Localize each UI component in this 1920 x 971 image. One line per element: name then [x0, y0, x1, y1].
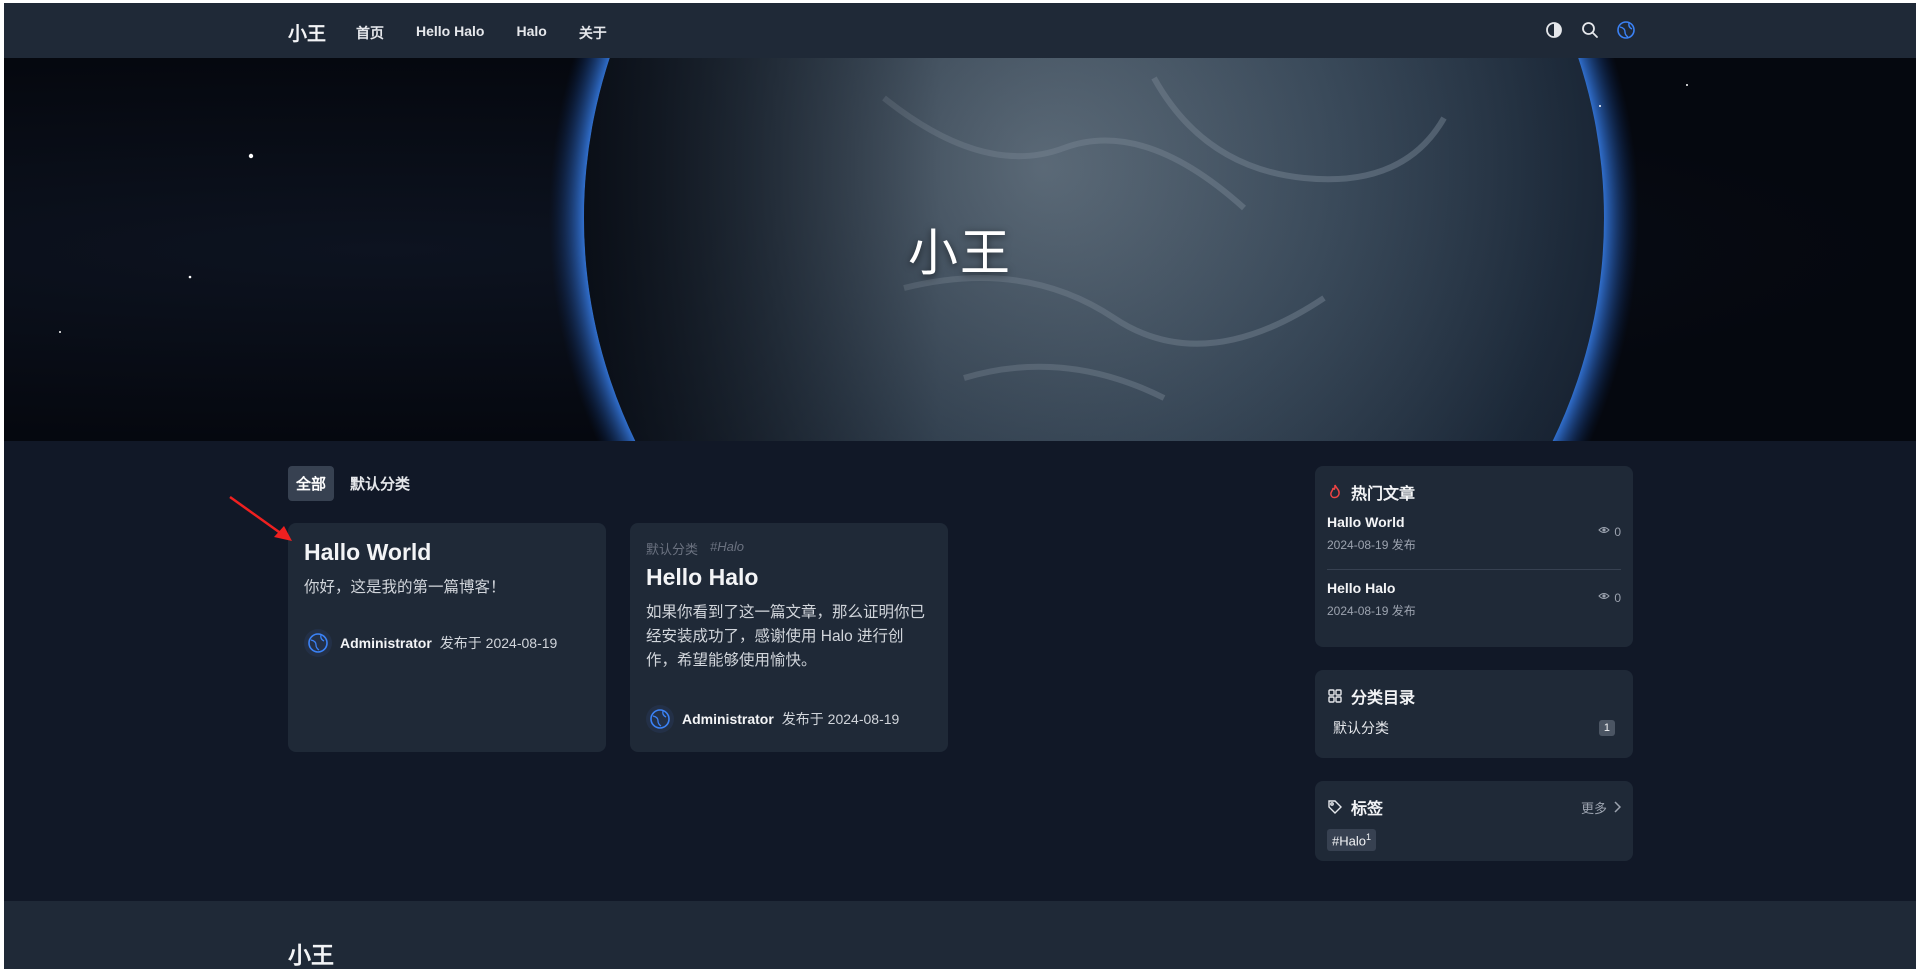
- post-excerpt: 如果你看到了这一篇文章，那么证明你已经安装成功了，感谢使用 Halo 进行创作，…: [646, 604, 926, 669]
- annotation-arrow-icon: [229, 495, 292, 541]
- post-excerpt: 你好，这是我的第一篇博客！: [304, 579, 506, 596]
- view-count: 0: [1598, 590, 1621, 605]
- hot-post-date: 2024-08-19 发布: [1327, 604, 1416, 618]
- post-card[interactable]: 默认分类 #Halo Hello Halo 如果你看到了这一篇文章，那么证明你已…: [630, 523, 948, 752]
- tag-icon: [1327, 799, 1343, 815]
- tag-name[interactable]: #Halo: [1332, 833, 1366, 848]
- hot-post-item[interactable]: Hallo World 2024-08-19 发布 0: [1327, 504, 1621, 569]
- post-author: Administrator 发布于 2024-08-19: [304, 629, 557, 657]
- tab-default-category[interactable]: 默认分类: [342, 466, 418, 501]
- view-count: 0: [1598, 524, 1621, 539]
- top-navbar: 小王 首页 Hello Halo Halo 关于: [4, 3, 1916, 58]
- fire-icon: [1327, 484, 1343, 500]
- more-tags-link[interactable]: 更多: [1581, 798, 1621, 817]
- tags-title: 标签: [1351, 801, 1384, 818]
- search-icon[interactable]: [1580, 20, 1600, 40]
- post-tag[interactable]: #Halo: [710, 539, 744, 558]
- category-tabs: 全部 默认分类: [288, 466, 418, 501]
- hot-post-title[interactable]: Hallo World: [1327, 514, 1621, 530]
- tags-widget: 标签 更多 #Halo1: [1315, 781, 1633, 861]
- category-count: 1: [1598, 720, 1615, 736]
- post-category[interactable]: 默认分类: [646, 539, 698, 558]
- categories-widget: 分类目录 默认分类 1: [1315, 670, 1633, 758]
- halo-logo-icon[interactable]: [1616, 20, 1636, 40]
- post-title[interactable]: Hallo World: [304, 539, 590, 566]
- tags-header: 标签 更多: [1327, 795, 1621, 819]
- header-tools: [1544, 20, 1636, 40]
- eye-icon: [1598, 524, 1611, 539]
- author-avatar: [646, 705, 674, 733]
- post-meta: 默认分类 #Halo: [646, 539, 932, 558]
- main-nav: 首页 Hello Halo Halo 关于: [356, 23, 607, 43]
- more-tags-label[interactable]: 更多: [1581, 798, 1607, 817]
- category-name[interactable]: 默认分类: [1333, 718, 1389, 738]
- page: 小王 首页 Hello Halo Halo 关于 小王 全部 默认分类 Hall…: [4, 3, 1916, 969]
- hot-posts-widget: 热门文章 Hallo World 2024-08-19 发布 0 Hello H…: [1315, 466, 1633, 647]
- hero-banner: 小王: [4, 58, 1916, 441]
- site-footer: 小王: [4, 901, 1916, 969]
- hot-post-date: 2024-08-19 发布: [1327, 538, 1416, 552]
- grid-icon: [1327, 688, 1343, 704]
- nav-home[interactable]: 首页: [356, 23, 384, 43]
- post-card[interactable]: Hallo World 你好，这是我的第一篇博客！ Administrator …: [288, 523, 606, 752]
- categories-header: 分类目录: [1327, 684, 1621, 708]
- chevron-right-icon: [1613, 801, 1621, 813]
- category-item[interactable]: 默认分类 1: [1327, 718, 1621, 738]
- nav-halo[interactable]: Halo: [516, 23, 546, 43]
- nav-about[interactable]: 关于: [579, 23, 607, 43]
- post-date: 发布于 2024-08-19: [439, 635, 558, 651]
- author-name[interactable]: Administrator: [340, 635, 432, 651]
- post-author: Administrator 发布于 2024-08-19: [646, 705, 899, 733]
- site-brand[interactable]: 小王: [288, 19, 326, 46]
- post-title[interactable]: Hello Halo: [646, 564, 932, 591]
- view-count-value: 0: [1614, 590, 1621, 605]
- theme-toggle-icon[interactable]: [1544, 20, 1564, 40]
- hero-title: 小王: [908, 225, 1012, 281]
- hot-posts-title: 热门文章: [1351, 486, 1416, 503]
- author-avatar: [304, 629, 332, 657]
- hot-post-item[interactable]: Hello Halo 2024-08-19 发布 0: [1327, 569, 1621, 634]
- eye-icon: [1598, 590, 1611, 605]
- footer-brand: 小王: [288, 942, 334, 968]
- post-date: 发布于 2024-08-19: [781, 711, 900, 727]
- tag-chip[interactable]: #Halo1: [1327, 829, 1376, 852]
- author-name[interactable]: Administrator: [682, 711, 774, 727]
- view-count-value: 0: [1614, 524, 1621, 539]
- nav-hello-halo[interactable]: Hello Halo: [416, 23, 484, 43]
- hot-posts-header: 热门文章: [1327, 480, 1621, 504]
- hot-post-title[interactable]: Hello Halo: [1327, 580, 1621, 596]
- categories-title: 分类目录: [1351, 690, 1416, 707]
- tag-count: 1: [1365, 832, 1371, 842]
